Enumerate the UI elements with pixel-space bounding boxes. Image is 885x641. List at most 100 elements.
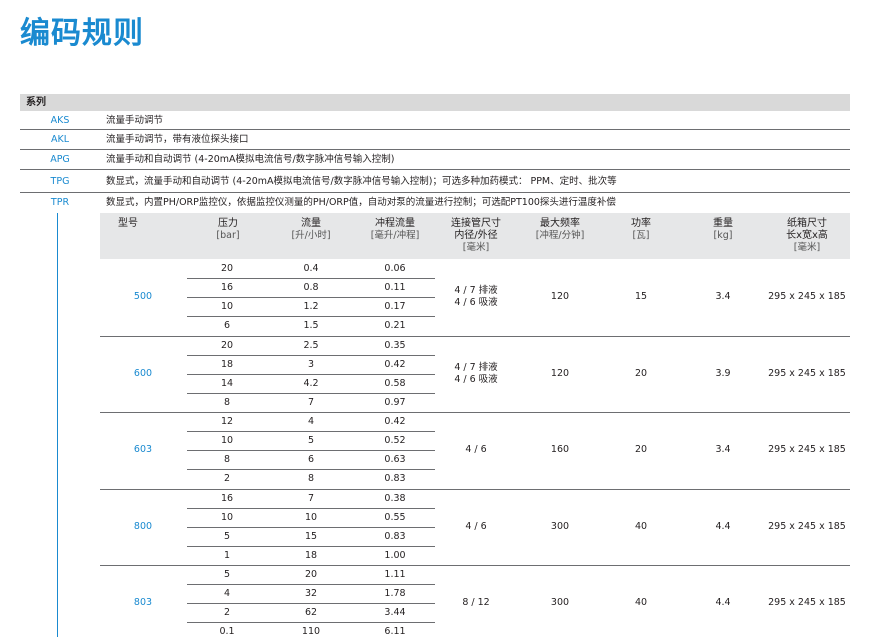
series-code: AKS [50, 115, 70, 126]
flow-value: 6 [307, 454, 315, 465]
flow-value: 3 [307, 358, 315, 370]
pressure-value: 5 [223, 569, 231, 580]
max-frequency: 120 [550, 367, 570, 379]
stroke-value: 0.38 [384, 492, 406, 504]
pressure-value: 5 [223, 530, 231, 542]
pressure-value: 16 [220, 492, 234, 504]
series-code: APG [50, 154, 70, 165]
pressure-value: 14 [220, 377, 234, 389]
flow-value: 8 [307, 473, 315, 484]
header-weight: 重量 [kg] [713, 218, 733, 241]
pressure-value: 12 [220, 416, 234, 427]
model-number: 603 [133, 444, 153, 455]
stroke-value: 0.83 [384, 530, 406, 542]
stroke-value: 3.44 [384, 607, 406, 618]
flow-value: 62 [304, 607, 318, 618]
series-description: 数显式，内置PH/ORP监控仪，依据监控仪测量的PH/ORP值，自动对泵的流量进… [106, 197, 616, 208]
flow-value: 1.2 [303, 301, 319, 312]
table-header: 型号 压力 [bar] 流量 [升/小时] 冲程流量 [毫升/冲程] 连接管尺寸 内径/… [100, 213, 850, 259]
stroke-value: 0.97 [384, 396, 406, 408]
flow-value: 32 [304, 588, 318, 599]
stroke-value: 1.00 [384, 549, 406, 561]
flow-value: 2.5 [303, 339, 319, 351]
stroke-value: 0.35 [384, 339, 406, 351]
weight-value: 3.9 [715, 367, 731, 379]
max-frequency: 300 [550, 520, 570, 532]
header-model: 型号 [118, 218, 138, 229]
model-number: 800 [133, 520, 153, 532]
series-row: TPR 数显式，内置PH/ORP监控仪，依据监控仪测量的PH/ORP值，自动对泵的… [20, 193, 850, 213]
flow-value: 20 [304, 569, 318, 580]
box-size: 295 x 245 x 185 [768, 520, 846, 532]
flow-value: 0.4 [303, 263, 319, 274]
power-value: 20 [634, 367, 648, 379]
series-code: TPG [50, 176, 70, 187]
series-description: 流量手动调节，带有液位探头接口 [106, 134, 249, 145]
box-size: 295 x 245 x 185 [768, 597, 846, 608]
pressure-value: 0.1 [219, 626, 235, 637]
weight-value: 4.4 [715, 520, 731, 532]
pipe-size-line: 4 / 7 排液 [454, 285, 498, 296]
pressure-value: 16 [220, 282, 234, 293]
max-frequency: 120 [550, 291, 570, 302]
stroke-value: 0.21 [384, 320, 406, 331]
header-box: 纸箱尺寸 长x宽x高 [毫米] [786, 218, 828, 253]
flow-value: 4.2 [303, 377, 319, 389]
pipe-size: 8 / 12 [436, 565, 516, 641]
flow-value: 18 [304, 549, 318, 561]
stroke-value: 0.17 [384, 301, 406, 312]
pressure-value: 10 [220, 511, 234, 523]
weight-value: 4.4 [715, 597, 731, 608]
pressure-value: 2 [223, 607, 231, 618]
pressure-value: 18 [220, 358, 234, 370]
max-frequency: 160 [550, 444, 570, 455]
stroke-value: 0.42 [384, 416, 406, 427]
tree-connector-line [57, 213, 58, 637]
stroke-value: 0.52 [384, 435, 406, 446]
series-row: AKL 流量手动调节，带有液位探头接口 [20, 130, 850, 150]
model-number: 803 [133, 597, 153, 608]
pressure-value: 20 [220, 263, 234, 274]
series-description: 流量手动和自动调节 (4-20mA模拟电流信号/数字脉冲信号输入控制) [106, 154, 395, 165]
model-number: 500 [133, 291, 153, 302]
flow-value: 10 [304, 511, 318, 523]
stroke-value: 6.11 [384, 626, 406, 637]
series-code: AKL [50, 134, 70, 145]
pipe-size: 4 / 7 排液 4 / 6 吸液 [436, 336, 516, 412]
box-size: 295 x 245 x 185 [768, 367, 846, 379]
power-value: 15 [634, 291, 648, 302]
box-size: 295 x 245 x 185 [768, 444, 846, 455]
stroke-value: 0.06 [384, 263, 406, 274]
power-value: 40 [634, 520, 648, 532]
pipe-size-line: 8 / 12 [462, 597, 490, 608]
stroke-value: 0.83 [384, 473, 406, 484]
pipe-size: 4 / 6 [436, 412, 516, 488]
stroke-value: 1.11 [384, 569, 406, 580]
model-number: 600 [133, 367, 153, 379]
pressure-value: 8 [223, 396, 231, 408]
flow-value: 7 [307, 396, 315, 408]
flow-value: 0.8 [303, 282, 319, 293]
series-row: APG 流量手动和自动调节 (4-20mA模拟电流信号/数字脉冲信号输入控制) [20, 150, 850, 170]
pipe-size: 4 / 7 排液 4 / 6 吸液 [436, 259, 516, 335]
stroke-value: 0.11 [384, 282, 406, 293]
flow-value: 110 [301, 626, 321, 637]
header-pipe: 连接管尺寸 内径/外径 [毫米] [451, 218, 501, 253]
header-power: 功率 [瓦] [631, 218, 651, 241]
page-title: 编码规则 [20, 16, 144, 51]
pressure-value: 10 [220, 301, 234, 312]
series-row: AKS 流量手动调节 [20, 111, 850, 130]
header-flow: 流量 [升/小时] [291, 218, 331, 241]
header-stroke: 冲程流量 [毫升/冲程] [370, 218, 420, 241]
flow-value: 7 [307, 492, 315, 504]
series-header: 系列 [20, 94, 850, 111]
box-size: 295 x 245 x 185 [768, 291, 846, 302]
power-value: 40 [634, 597, 648, 608]
pipe-size-line: 4 / 7 排液 [454, 361, 498, 373]
pressure-value: 8 [223, 454, 231, 465]
power-value: 20 [634, 444, 648, 455]
pipe-size: 4 / 6 [436, 489, 516, 565]
flow-value: 1.5 [303, 320, 319, 331]
weight-value: 3.4 [715, 444, 731, 455]
stroke-value: 1.78 [384, 588, 406, 599]
